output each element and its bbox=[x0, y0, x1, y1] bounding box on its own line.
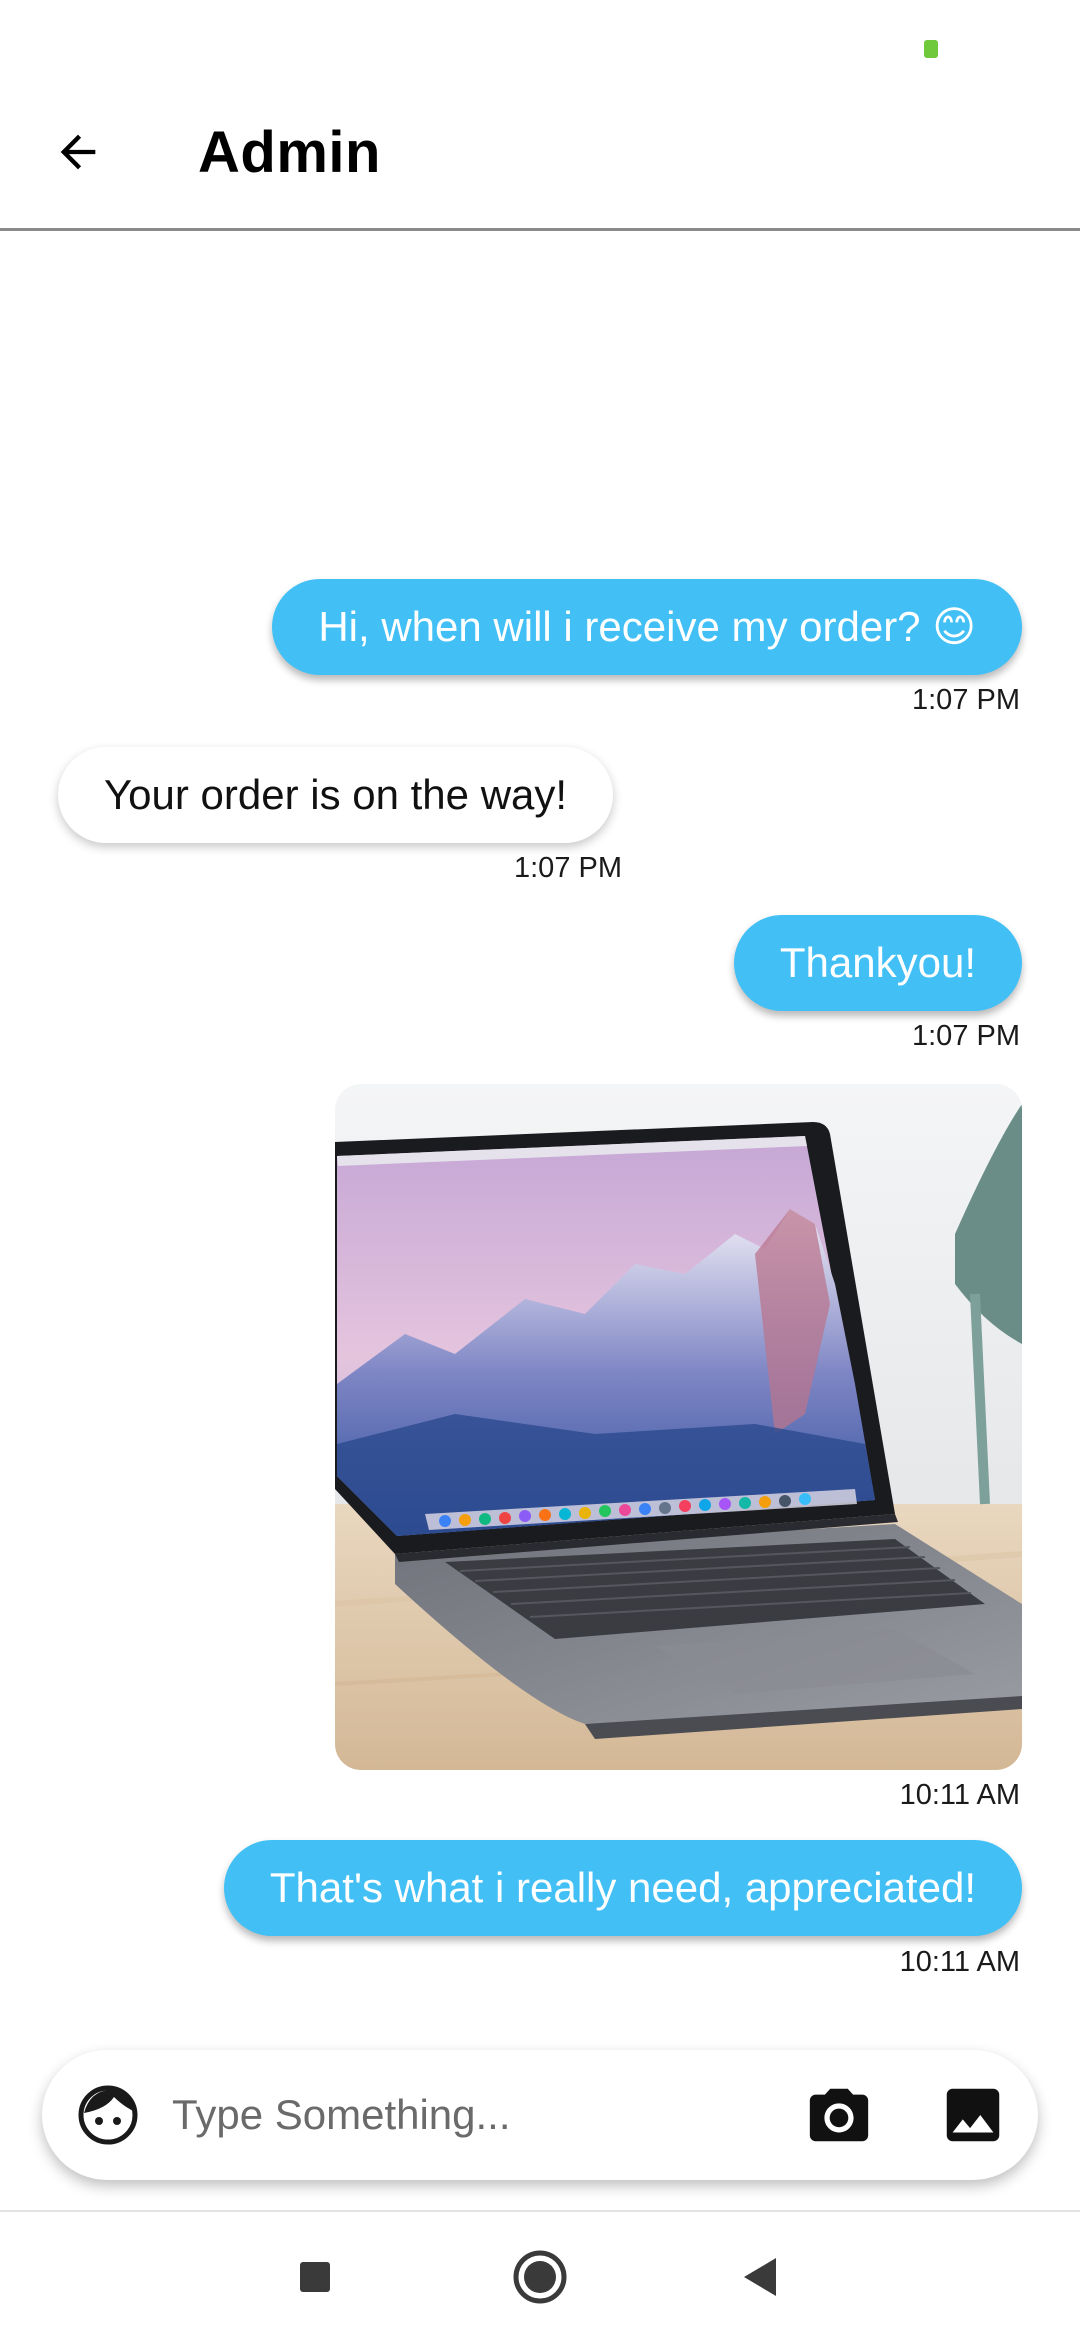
triangle-back-icon bbox=[744, 2258, 776, 2296]
image-message[interactable] bbox=[335, 1084, 1022, 1770]
face-icon bbox=[78, 2085, 138, 2145]
image-icon bbox=[946, 2088, 1000, 2142]
message-bubble-outgoing[interactable]: Thankyou! bbox=[733, 915, 1022, 1011]
home-button[interactable] bbox=[505, 2242, 575, 2312]
message-text: Hi, when will i receive my order? 😊 bbox=[318, 603, 976, 650]
camera-button[interactable] bbox=[804, 2080, 874, 2150]
message-time: 1:07 PM bbox=[912, 684, 1020, 716]
message-composer bbox=[42, 2050, 1038, 2180]
circle-icon bbox=[513, 2250, 567, 2304]
status-indicator bbox=[924, 40, 938, 58]
message-bubble-outgoing[interactable]: Hi, when will i receive my order? 😊 bbox=[272, 579, 1022, 675]
gallery-button[interactable] bbox=[938, 2080, 1008, 2150]
camera-icon bbox=[809, 2088, 869, 2142]
status-bar bbox=[0, 0, 1080, 100]
message-text: That's what i really need, appreciated! bbox=[269, 1864, 976, 1911]
message-time: 1:07 PM bbox=[912, 1020, 1020, 1052]
message-text: Thankyou! bbox=[779, 939, 976, 986]
message-bubble-outgoing[interactable]: That's what i really need, appreciated! bbox=[223, 1840, 1022, 1936]
page-title: Admin bbox=[198, 120, 381, 185]
square-icon bbox=[300, 2262, 330, 2292]
message-time: 10:11 AM bbox=[899, 1946, 1020, 1978]
message-list[interactable]: Hi, when will i receive my order? 😊 1:07… bbox=[0, 234, 1080, 2034]
message-text: Your order is on the way! bbox=[104, 771, 568, 818]
message-time: 1:07 PM bbox=[514, 852, 622, 884]
recents-button[interactable] bbox=[280, 2242, 350, 2312]
message-bubble-incoming[interactable]: Your order is on the way! bbox=[58, 747, 614, 843]
system-nav-bar bbox=[0, 2210, 1080, 2340]
laptop-photo bbox=[335, 1084, 1022, 1770]
message-time: 10:11 AM bbox=[899, 1779, 1020, 1811]
emoji-button[interactable] bbox=[76, 2083, 140, 2147]
back-button[interactable] bbox=[40, 114, 116, 190]
back-nav-button[interactable] bbox=[725, 2242, 795, 2312]
arrow-left-icon bbox=[60, 134, 96, 170]
message-input[interactable] bbox=[172, 2075, 812, 2155]
chat-header: Admin bbox=[0, 100, 1080, 231]
